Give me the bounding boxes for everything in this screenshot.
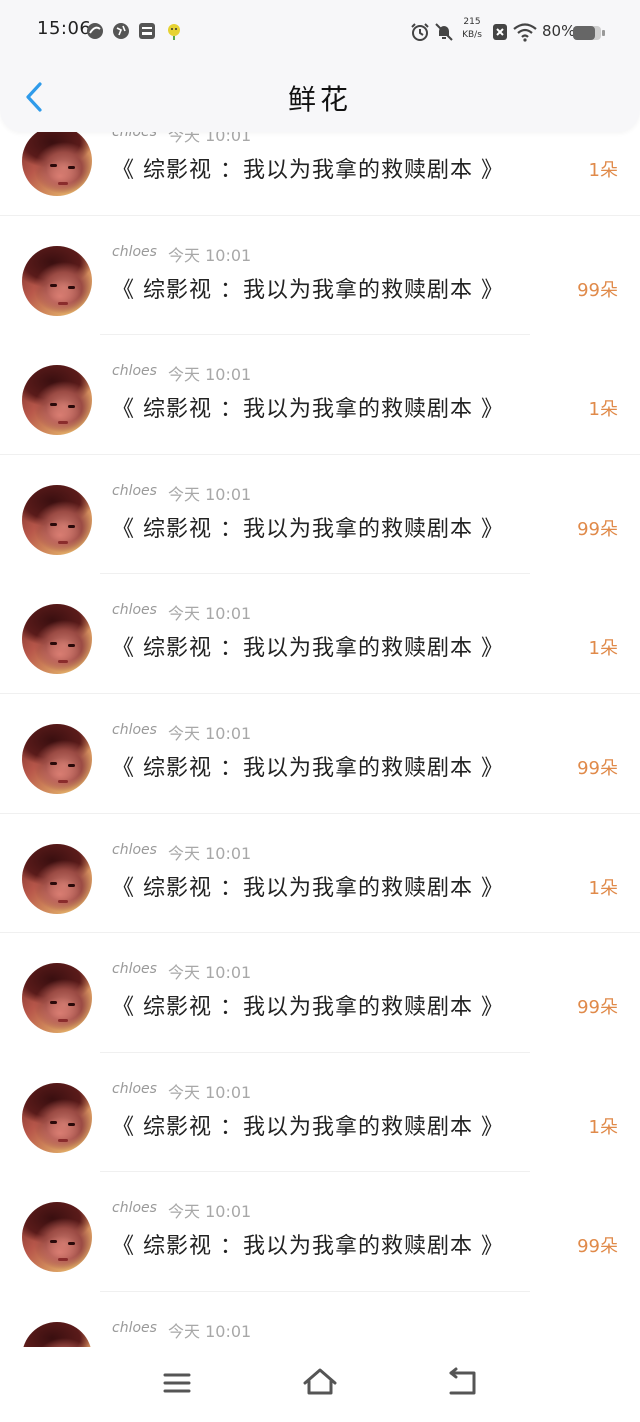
menu-icon — [163, 1373, 191, 1393]
flower-count: 99朵 — [577, 757, 618, 779]
book-title: 《 综影视 ：我以为我拿的救赎剧本 》 — [112, 995, 504, 1021]
avatar[interactable] — [22, 1082, 92, 1153]
page-title: 鲜花 — [287, 83, 352, 116]
battery-percent: 80% — [542, 22, 576, 40]
book-title: 《 综影视 ：我以为我拿的救赎剧本 》 — [112, 1234, 504, 1260]
avatar[interactable] — [22, 245, 92, 316]
globe-icon — [113, 23, 129, 39]
avatar[interactable] — [22, 723, 92, 794]
flower-count: 99朵 — [577, 518, 618, 540]
book-title: 《 综影视 ：我以为我拿的救赎剧本 》 — [112, 875, 504, 901]
timestamp: 今天 10:01 — [168, 365, 252, 385]
timestamp: 今天 10:01 — [168, 963, 252, 983]
nav-back-button[interactable] — [437, 1361, 487, 1405]
avatar[interactable] — [22, 365, 92, 436]
username: chloes — [112, 243, 157, 260]
timestamp: 今天 10:01 — [168, 1321, 252, 1341]
timestamp: 今天 10:01 — [168, 245, 252, 265]
flower-count: 99朵 — [577, 279, 618, 301]
book-title: 《 综影视 ：我以为我拿的救赎剧本 》 — [112, 158, 504, 183]
status-time: 15:06 — [37, 18, 92, 39]
username: chloes — [112, 602, 157, 619]
avatar[interactable] — [22, 604, 92, 675]
book-title: 《 综影视 ：我以为我拿的救赎剧本 》 — [112, 397, 504, 423]
flower-count: 99朵 — [577, 1236, 618, 1258]
list-item[interactable]: chloes 今天 10:01 — [0, 1292, 640, 1347]
flower-count: 1朵 — [588, 160, 618, 181]
avatar[interactable] — [22, 1202, 92, 1273]
flower-list-viewport[interactable]: chloes 今天 10:01 《 综影视 ：我以为我拿的救赎剧本 》 1朵 c… — [0, 0, 640, 1347]
list-item[interactable]: chloes 今天 10:01 《 综影视 ：我以为我拿的救赎剧本 》 1朵 — [0, 1053, 640, 1173]
username: chloes — [112, 841, 157, 858]
username: chloes — [112, 1200, 157, 1217]
list-item[interactable]: chloes 今天 10:01 《 综影视 ：我以为我拿的救赎剧本 》 1朵 — [0, 574, 640, 694]
username: chloes — [112, 961, 157, 978]
username: chloes — [112, 482, 157, 499]
sync-icon — [87, 23, 103, 39]
username: chloes — [112, 1319, 157, 1336]
username: chloes — [112, 363, 157, 380]
network-speed: 215 KB/s — [462, 17, 482, 40]
flower-count: 1朵 — [588, 638, 618, 660]
list-item[interactable]: chloes 今天 10:01 《 综影视 ：我以为我拿的救赎剧本 》 99朵 — [0, 455, 640, 575]
menu-button[interactable] — [152, 1361, 202, 1405]
avatar[interactable] — [22, 484, 92, 555]
flower-list: chloes 今天 10:01 《 综影视 ：我以为我拿的救赎剧本 》 1朵 c… — [0, 96, 640, 1347]
mute-bell-icon — [435, 23, 453, 41]
card-icon — [139, 23, 155, 39]
book-title: 《 综影视 ：我以为我拿的救赎剧本 》 — [112, 1114, 504, 1140]
alarm-icon — [411, 23, 429, 41]
username: chloes — [112, 721, 157, 738]
timestamp: 今天 10:01 — [168, 723, 252, 743]
avatar[interactable] — [22, 843, 92, 914]
timestamp: 今天 10:01 — [168, 1202, 252, 1222]
book-title: 《 综影视 ：我以为我拿的救赎剧本 》 — [112, 516, 504, 542]
book-title: 《 综影视 ：我以为我拿的救赎剧本 》 — [112, 277, 504, 303]
list-item[interactable]: chloes 今天 10:01 《 综影视 ：我以为我拿的救赎剧本 》 99朵 — [0, 216, 640, 336]
flower-count: 1朵 — [588, 1116, 618, 1138]
app-notification-icon — [168, 24, 180, 40]
flower-count: 99朵 — [577, 997, 618, 1019]
back-icon — [449, 1367, 476, 1395]
flower-count: 1朵 — [588, 877, 618, 899]
timestamp: 今天 10:01 — [168, 843, 252, 863]
avatar[interactable] — [22, 126, 92, 196]
list-item[interactable]: chloes 今天 10:01 《 综影视 ：我以为我拿的救赎剧本 》 1朵 — [0, 814, 640, 934]
username: chloes — [112, 1080, 157, 1097]
wifi-icon — [513, 23, 537, 42]
app-header: 鲜花 — [0, 60, 640, 132]
status-bar: 15:06 215 KB/s 80% — [0, 0, 640, 60]
list-item[interactable]: chloes 今天 10:01 《 综影视 ：我以为我拿的救赎剧本 》 99朵 — [0, 694, 640, 814]
avatar[interactable] — [22, 1321, 92, 1347]
flower-count: 1朵 — [588, 399, 618, 421]
list-item[interactable]: chloes 今天 10:01 《 综影视 ：我以为我拿的救赎剧本 》 99朵 — [0, 933, 640, 1053]
timestamp: 今天 10:01 — [168, 484, 252, 504]
list-item[interactable]: chloes 今天 10:01 《 综影视 ：我以为我拿的救赎剧本 》 99朵 — [0, 1172, 640, 1292]
no-sim-icon — [493, 24, 507, 40]
timestamp: 今天 10:01 — [168, 1082, 252, 1102]
home-icon — [303, 1368, 337, 1395]
book-title: 《 综影视 ：我以为我拿的救赎剧本 》 — [112, 636, 504, 662]
home-button[interactable] — [295, 1361, 345, 1405]
book-title: 《 综影视 ：我以为我拿的救赎剧本 》 — [112, 755, 504, 781]
system-nav-bar — [0, 1347, 640, 1422]
battery-icon — [573, 26, 605, 40]
timestamp: 今天 10:01 — [168, 604, 252, 624]
avatar[interactable] — [22, 963, 92, 1034]
list-item[interactable]: chloes 今天 10:01 《 综影视 ：我以为我拿的救赎剧本 》 1朵 — [0, 335, 640, 455]
